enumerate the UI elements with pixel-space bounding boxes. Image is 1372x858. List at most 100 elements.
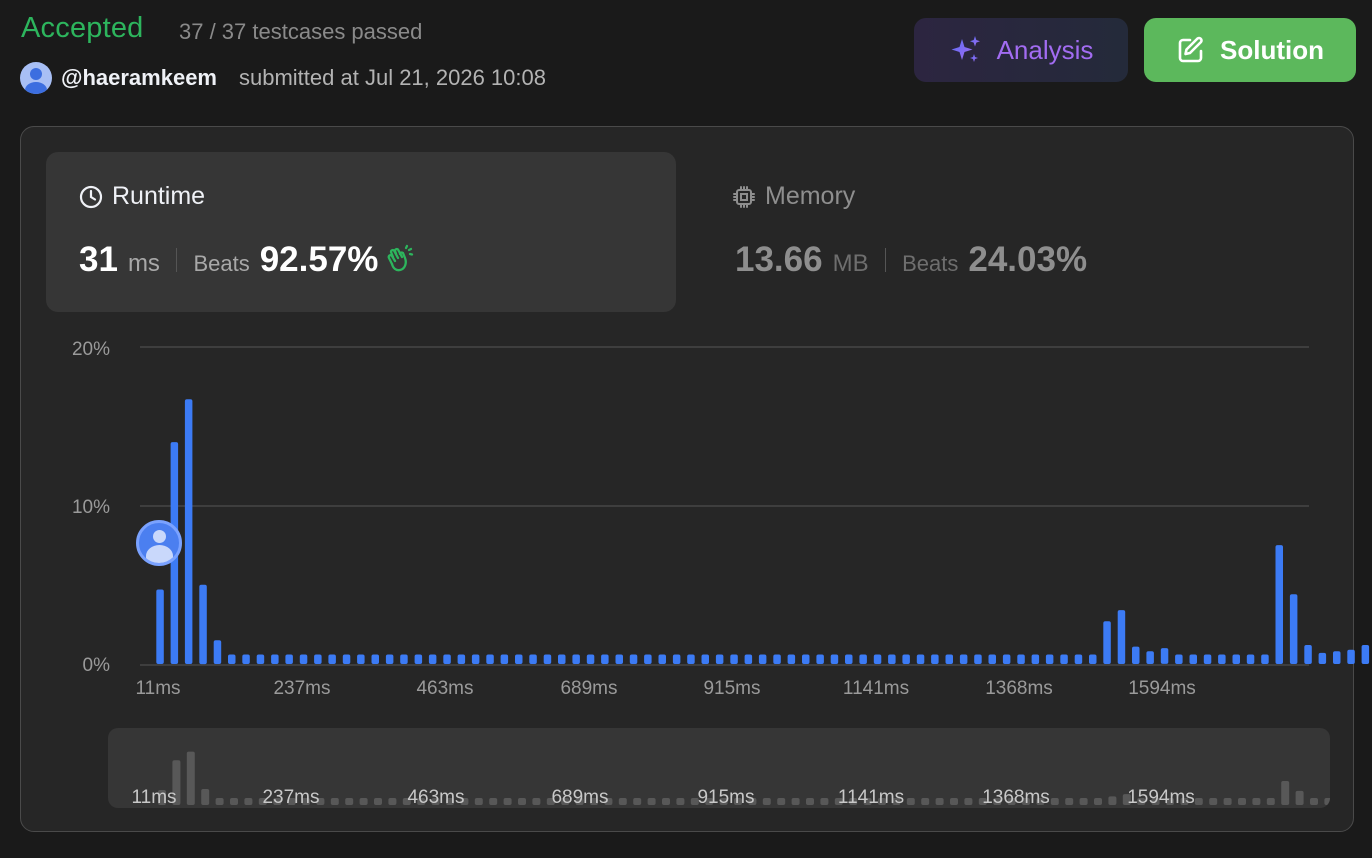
runtime-bar-74[interactable] [1218,654,1226,665]
runtime-bar-37[interactable] [687,654,695,665]
nav-tick-1594ms: 1594ms [1127,787,1195,808]
runtime-bar-9[interactable] [285,654,293,665]
runtime-bar-33[interactable] [629,654,638,665]
runtime-bar-27[interactable] [543,654,552,665]
runtime-bar-39[interactable] [715,654,724,665]
runtime-bar-4[interactable] [213,640,222,664]
runtime-bar-60[interactable] [1017,654,1025,665]
runtime-bar-48[interactable] [845,654,853,665]
runtime-bar-17[interactable] [400,654,408,665]
runtime-bar-68[interactable] [1132,646,1140,664]
runtime-bar-5[interactable] [228,654,236,665]
navigator-bar-12 [330,798,339,805]
runtime-bar-62[interactable] [1045,654,1054,665]
runtime-bar-30[interactable] [586,654,595,665]
runtime-bar-19[interactable] [428,654,437,665]
runtime-bar-24[interactable] [500,654,509,665]
runtime-bar-75[interactable] [1232,654,1241,665]
runtime-bar-71[interactable] [1175,654,1183,665]
runtime-bar-72[interactable] [1189,654,1198,665]
runtime-bar-7[interactable] [256,654,265,665]
runtime-bar-84[interactable] [1361,645,1370,664]
navigator-bar-54 [935,798,944,805]
runtime-bar-34[interactable] [644,654,652,665]
runtime-bar-8[interactable] [271,654,279,665]
runtime-bar-58[interactable] [988,654,997,665]
runtime-bar-44[interactable] [787,654,796,665]
runtime-bar-3[interactable] [199,584,207,665]
runtime-bar-46[interactable] [816,654,824,665]
runtime-bar-53[interactable] [916,654,925,665]
runtime-bar-18[interactable] [414,654,423,665]
runtime-bar-2[interactable] [184,399,193,664]
runtime-bar-25[interactable] [515,654,523,665]
runtime-bar-79[interactable] [1289,594,1298,664]
runtime-bar-40[interactable] [730,654,738,665]
nav-tick-915ms: 915ms [697,787,755,808]
range-navigator[interactable]: 11ms 237ms 463ms 689ms 915ms 1141ms 1368… [108,728,1330,808]
nav-tick-1141ms: 1141ms [837,787,905,808]
runtime-bar-65[interactable] [1089,654,1097,665]
runtime-bar-64[interactable] [1074,654,1083,665]
runtime-bar-51[interactable] [888,654,896,665]
runtime-bar-70[interactable] [1160,648,1169,664]
runtime-bar-10[interactable] [299,654,308,665]
runtime-bar-83[interactable] [1347,649,1355,664]
runtime-bar-21[interactable] [457,654,466,665]
runtime-bar-29[interactable] [572,654,580,665]
runtime-bar-6[interactable] [242,654,250,665]
runtime-bar-47[interactable] [830,654,839,665]
runtime-bar-22[interactable] [471,654,480,665]
runtime-bar-57[interactable] [974,654,982,665]
runtime-bar-69[interactable] [1146,651,1154,664]
runtime-bar-49[interactable] [859,654,867,665]
runtime-bar-11[interactable] [314,654,322,665]
runtime-bar-63[interactable] [1060,654,1068,665]
runtime-bar-67[interactable] [1117,610,1126,664]
navigator-bar-15 [374,798,382,805]
runtime-bar-73[interactable] [1203,654,1212,665]
runtime-bar-42[interactable] [758,654,767,665]
runtime-bar-43[interactable] [773,654,781,665]
nav-tick-1368ms: 1368ms [982,787,1050,808]
navigator-bar-4 [215,798,224,805]
runtime-bar-52[interactable] [902,654,910,665]
runtime-bar-36[interactable] [672,654,681,665]
runtime-bar-77[interactable] [1261,654,1269,665]
runtime-bar-35[interactable] [658,654,667,665]
navigator-bar-62 [1050,798,1059,805]
runtime-bar-80[interactable] [1304,645,1312,664]
runtime-bar-50[interactable] [873,654,882,665]
runtime-bar-66[interactable] [1103,621,1111,664]
runtime-bar-55[interactable] [945,654,954,665]
runtime-bar-16[interactable] [385,654,394,665]
navigator-bar-79 [1295,790,1304,805]
runtime-bar-82[interactable] [1333,651,1341,664]
navigator-bar-78 [1281,781,1290,805]
runtime-bar-81[interactable] [1318,652,1327,664]
runtime-bar-56[interactable] [959,654,968,665]
your-runtime-marker[interactable] [136,520,182,566]
runtime-bar-38[interactable] [701,654,710,665]
navigator-bar-65 [1094,798,1102,805]
runtime-bar-23[interactable] [486,654,494,665]
runtime-bar-61[interactable] [1031,654,1040,665]
runtime-bar-26[interactable] [529,654,537,665]
runtime-bar-13[interactable] [342,654,351,665]
runtime-bar-59[interactable] [1002,654,1011,665]
runtime-bar-78[interactable] [1275,545,1284,664]
runtime-bar-45[interactable] [802,654,810,665]
runtime-bar-15[interactable] [371,654,380,665]
runtime-bar-41[interactable] [744,654,753,665]
runtime-bar-76[interactable] [1246,654,1255,665]
navigator-bar-55 [950,798,958,805]
runtime-bar-14[interactable] [357,654,365,665]
runtime-bar-28[interactable] [558,654,566,665]
runtime-bar-54[interactable] [931,654,939,665]
runtime-bar-0[interactable] [156,589,164,665]
runtime-bar-32[interactable] [615,654,624,665]
runtime-bar-12[interactable] [328,654,336,665]
runtime-bar-31[interactable] [601,654,609,665]
navigator-bar-33 [633,798,642,805]
runtime-bar-20[interactable] [443,654,451,665]
